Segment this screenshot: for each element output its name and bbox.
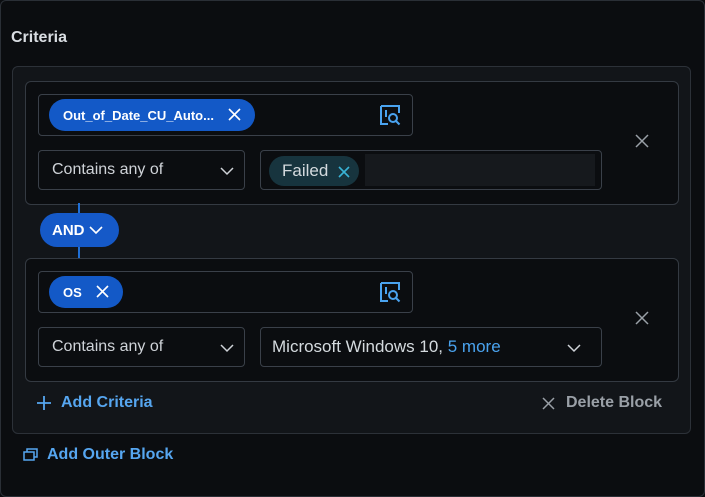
criteria-title: Criteria [11,29,68,46]
criteria-block-1: Out_of_Date_CU_Auto... Contains any of F… [25,81,679,205]
value-more-link[interactable]: 5 more [448,337,501,356]
value-chip-label: Failed [282,161,329,180]
value-text: Microsoft Windows 10, 5 more [272,337,501,357]
value-input[interactable] [365,154,595,186]
field-picker-icon[interactable] [379,281,401,303]
add-criteria-button[interactable]: Add Criteria [36,394,153,412]
plus-icon [37,396,51,410]
close-icon[interactable] [228,105,241,125]
field-picker-icon[interactable] [379,104,401,126]
value-selector[interactable]: Failed [260,150,602,190]
field-selector[interactable]: Out_of_Date_CU_Auto... [38,94,413,136]
logic-operator-toggle[interactable]: AND [40,213,119,247]
outer-block-icon [23,448,38,461]
chevron-down-icon [220,344,234,353]
value-selector[interactable]: Microsoft Windows 10, 5 more [260,327,602,367]
operator-label: Contains any of [52,338,164,355]
connector-line [78,203,80,213]
operator-select[interactable]: Contains any of [38,327,245,367]
criteria-block-2: OS Contains any of Microsoft Windows 10,… [25,258,679,382]
field-chip[interactable]: OS [49,276,123,308]
delete-block-label: Delete Block [566,394,663,411]
close-icon [542,396,555,410]
chevron-down-icon [88,226,103,235]
criteria-panel: Criteria Out_of_Date_CU_Auto... Contains… [0,0,705,497]
chevron-down-icon[interactable] [567,341,581,355]
close-icon[interactable] [338,161,350,182]
delete-block-button[interactable]: Delete Block [542,394,662,412]
add-criteria-label: Add Criteria [61,394,153,411]
value-selected: Microsoft Windows 10, [272,337,448,356]
field-chip-label: Out_of_Date_CU_Auto... [63,107,214,123]
close-icon[interactable] [634,310,650,326]
value-chip[interactable]: Failed [269,156,360,186]
close-icon[interactable] [96,282,109,302]
field-chip-label: OS [63,284,82,300]
operator-select[interactable]: Contains any of [38,150,245,190]
operator-label: Contains any of [52,161,164,178]
field-selector[interactable]: OS [38,271,413,313]
add-outer-block-label: Add Outer Block [47,446,174,463]
field-chip[interactable]: Out_of_Date_CU_Auto... [49,99,255,131]
close-icon[interactable] [634,133,650,149]
logic-operator-label: AND [52,221,85,239]
chevron-down-icon [220,167,234,176]
add-outer-block-button[interactable]: Add Outer Block [23,446,173,464]
